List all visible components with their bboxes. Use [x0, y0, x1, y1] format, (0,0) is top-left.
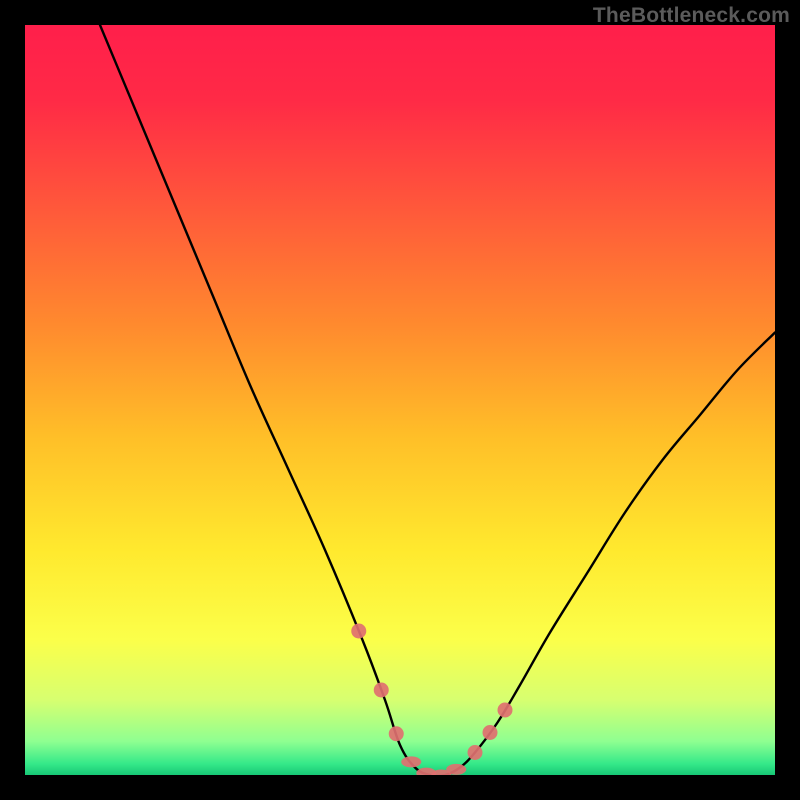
well-marker	[401, 756, 421, 767]
gradient-background	[25, 25, 775, 775]
watermark-text: TheBottleneck.com	[593, 4, 790, 28]
outer-frame: TheBottleneck.com	[0, 0, 800, 800]
well-marker	[389, 726, 404, 741]
plot-area	[25, 25, 775, 775]
well-marker	[468, 745, 483, 760]
well-marker	[446, 764, 466, 775]
chart-svg	[25, 25, 775, 775]
well-marker	[498, 703, 513, 718]
well-marker	[351, 624, 366, 639]
well-marker	[483, 725, 498, 740]
well-marker	[374, 683, 389, 698]
